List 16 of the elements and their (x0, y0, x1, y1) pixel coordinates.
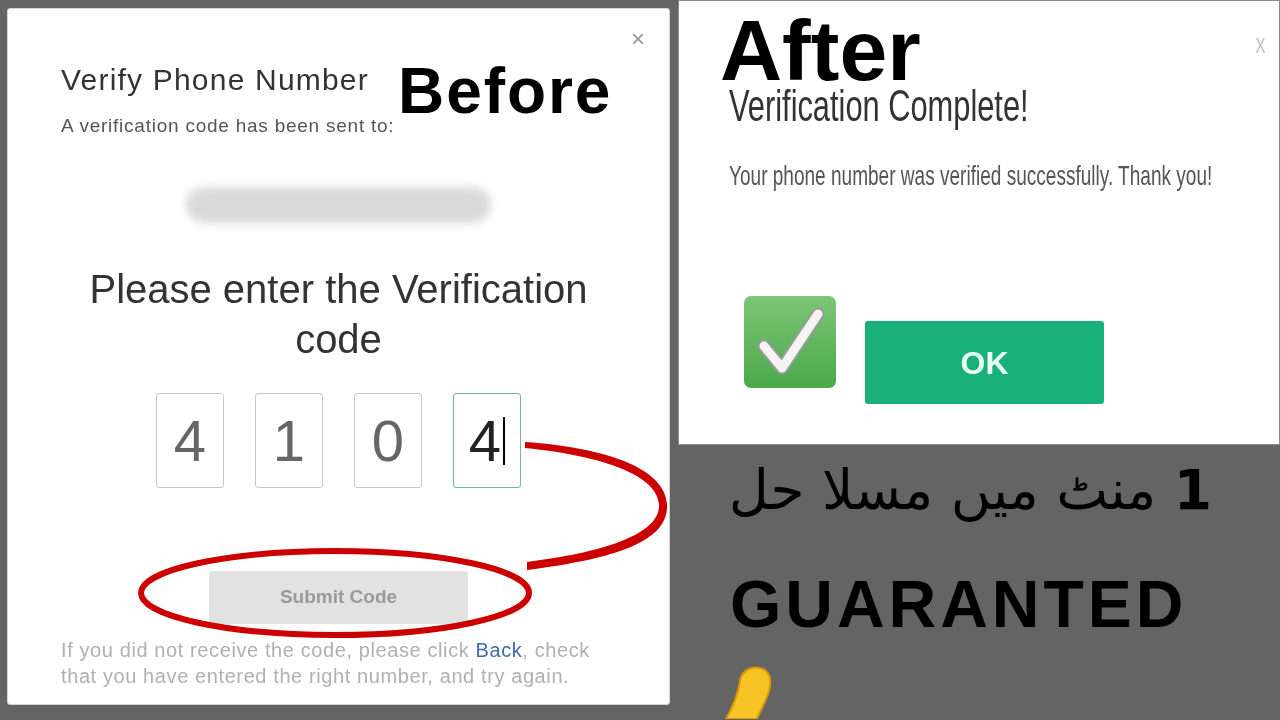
code-digit-field[interactable]: 0 (354, 393, 422, 488)
code-digit-field[interactable]: 4 (453, 393, 521, 488)
dialog-title: Verify Phone Number (61, 63, 369, 97)
code-digit-field[interactable]: 1 (255, 393, 323, 488)
back-link[interactable]: Back (475, 639, 523, 661)
before-label: Before (398, 59, 613, 123)
code-digit-field[interactable]: 4 (156, 393, 224, 488)
help-text: If you did not receive the code, please click Back, check that you have entered the right number, and try again. (61, 638, 591, 689)
text-cursor-icon (503, 416, 506, 465)
guaranteed-caption: GUARANTED (730, 571, 1188, 637)
success-message: Your phone number was verified successfully. Thank you! (729, 159, 1213, 193)
check-mark-icon (744, 296, 836, 388)
close-button[interactable]: × (631, 29, 645, 49)
verification-prompt: Please enter the Verification code (88, 266, 589, 363)
dialog-title: Verification Complete! (729, 81, 1029, 131)
dialog-subtitle: A verification code has been sent to: (61, 115, 395, 137)
